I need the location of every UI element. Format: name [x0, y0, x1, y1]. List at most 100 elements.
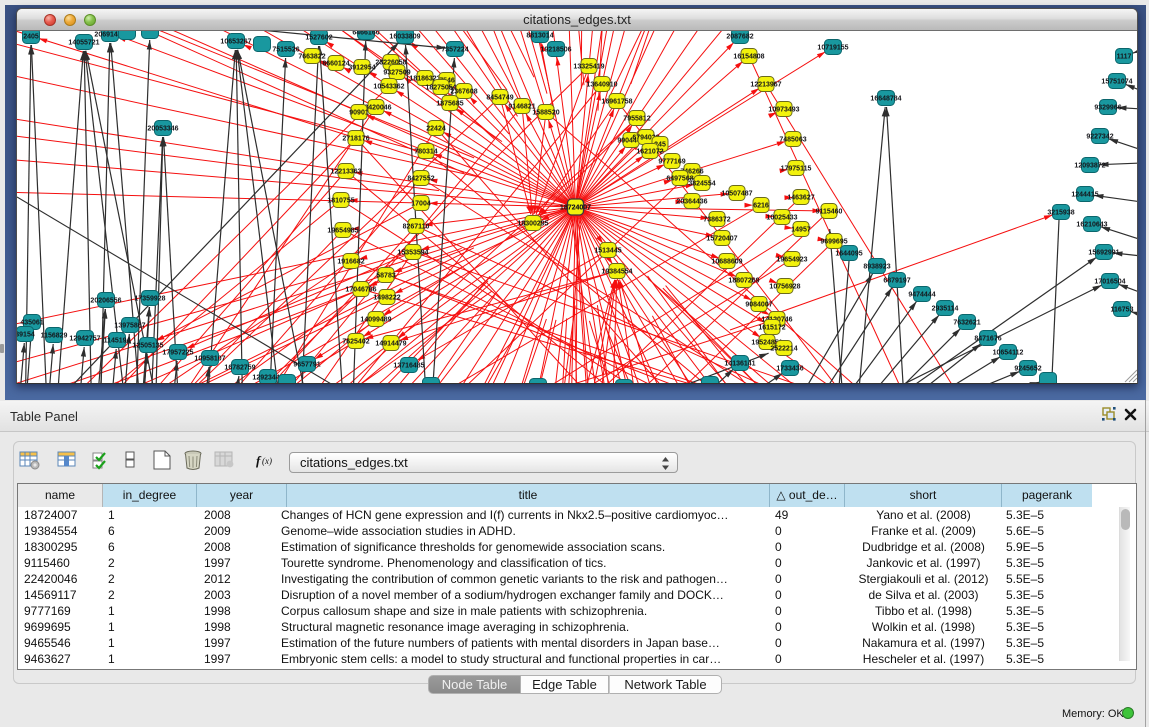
svg-text:20206556: 20206556	[90, 298, 121, 305]
svg-text:12942757: 12942757	[69, 336, 100, 343]
svg-text:2935114: 2935114	[932, 306, 959, 313]
svg-text:8427552: 8427552	[407, 176, 434, 183]
svg-text:1916682: 1916682	[337, 259, 364, 266]
svg-text:19654923: 19654923	[776, 257, 807, 264]
svg-text:16033809: 16033809	[389, 34, 420, 41]
svg-text:435061: 435061	[20, 320, 43, 327]
svg-text:10654112: 10654112	[993, 350, 1024, 357]
svg-text:6466160: 6466160	[352, 31, 379, 37]
svg-text:8813014: 8813014	[526, 33, 553, 40]
svg-text:9329966: 9329966	[1094, 105, 1121, 112]
svg-text:1588520: 1588520	[532, 110, 559, 117]
svg-text:10688609: 10688609	[711, 259, 742, 266]
svg-text:1875685: 1875685	[436, 101, 463, 108]
svg-text:1463627: 1463627	[787, 195, 814, 202]
svg-text:7485063: 7485063	[779, 137, 806, 144]
svg-text:9084007: 9084007	[745, 302, 772, 309]
svg-text:16648784: 16648784	[870, 96, 901, 103]
svg-text:18300295: 18300295	[517, 221, 548, 228]
svg-text:1513445: 1513445	[594, 248, 621, 255]
svg-text:16961758: 16961758	[601, 99, 632, 106]
svg-text:7357224: 7357224	[441, 47, 468, 54]
svg-text:8938923: 8938923	[863, 264, 890, 271]
svg-text:6879197: 6879197	[883, 278, 910, 285]
svg-text:39154: 39154	[17, 332, 35, 339]
svg-text:8660124: 8660124	[322, 61, 349, 68]
svg-text:10025433: 10025433	[766, 215, 797, 222]
svg-text:14099489: 14099489	[360, 317, 391, 324]
svg-text:17004: 17004	[411, 201, 431, 208]
svg-text:1621072: 1621072	[636, 149, 663, 156]
svg-text:10653267: 10653267	[220, 39, 251, 46]
svg-text:1733436: 1733436	[776, 366, 803, 373]
svg-text:13640910: 13640910	[586, 82, 617, 89]
svg-text:13325419: 13325419	[573, 64, 604, 71]
svg-text:1156829: 1156829	[41, 333, 68, 340]
svg-text:3215938: 3215938	[1047, 210, 1074, 217]
svg-text:10756928: 10756928	[769, 284, 800, 291]
svg-text:90901: 90901	[349, 110, 369, 117]
svg-text:15692991: 15692991	[1088, 250, 1119, 257]
svg-text:17046766: 17046766	[345, 287, 376, 294]
svg-text:1145194: 1145194	[104, 338, 131, 345]
svg-text:3912954: 3912954	[348, 65, 375, 72]
svg-text:8267110: 8267110	[403, 224, 430, 231]
svg-text:15751074: 15751074	[1101, 79, 1132, 86]
svg-text:1498222: 1498222	[373, 295, 400, 302]
svg-text:7386372: 7386372	[703, 217, 730, 224]
svg-text:7515526: 7515526	[272, 47, 299, 54]
svg-text:2522214: 2522214	[770, 346, 797, 353]
svg-text:19218506: 19218506	[540, 47, 571, 54]
svg-text:17359928: 17359928	[134, 296, 165, 303]
svg-text:20053346: 20053346	[147, 126, 178, 133]
svg-text:58783: 58783	[376, 273, 396, 280]
svg-text:17975115: 17975115	[781, 166, 812, 173]
svg-text:6216: 6216	[753, 203, 769, 210]
svg-text:9245652: 9245652	[1014, 366, 1041, 373]
svg-text:20364436: 20364436	[676, 199, 707, 206]
svg-text:9227342: 9227342	[1086, 134, 1113, 141]
svg-text:8454749: 8454749	[486, 95, 513, 102]
svg-text:2087682: 2087682	[726, 34, 753, 41]
svg-text:17016504: 17016504	[1094, 279, 1125, 286]
svg-text:3824554: 3824554	[688, 181, 715, 188]
svg-text:14914479: 14914479	[375, 341, 406, 348]
svg-text:8471676: 8471676	[974, 336, 1001, 343]
svg-text:1644095: 1644095	[835, 251, 862, 258]
svg-text:16210643: 16210643	[1076, 222, 1107, 229]
svg-text:7632621: 7632621	[953, 320, 980, 327]
svg-text:9657791: 9657791	[293, 362, 320, 369]
svg-text:1527602: 1527602	[305, 35, 332, 42]
svg-text:9115460: 9115460	[816, 209, 843, 216]
svg-text:14957: 14957	[791, 227, 811, 234]
svg-text:1810755: 1810755	[327, 198, 354, 205]
svg-text:12505135: 12505135	[132, 343, 163, 350]
svg-text:9327509: 9327509	[383, 70, 410, 77]
svg-text:7625402: 7625402	[342, 339, 369, 346]
svg-text:9474444: 9474444	[908, 292, 935, 299]
svg-text:15720407: 15720407	[706, 236, 737, 243]
svg-text:16782759: 16782759	[224, 365, 255, 372]
svg-text:13716485: 13716485	[393, 363, 424, 370]
svg-text:1615172: 1615172	[758, 325, 785, 332]
svg-text:7663822: 7663822	[298, 54, 325, 61]
svg-text:10507487: 10507487	[721, 191, 752, 198]
svg-text:19654985: 19654985	[327, 228, 358, 235]
svg-text:10973493: 10973493	[768, 107, 799, 114]
svg-text:15353594: 15353594	[397, 250, 428, 257]
svg-text:780314: 780314	[414, 149, 437, 156]
svg-text:7955812: 7955812	[623, 116, 650, 123]
svg-text:(x): (x)	[262, 456, 272, 466]
svg-text:9699695: 9699695	[820, 239, 847, 246]
svg-text:12213363: 12213363	[330, 169, 361, 176]
svg-text:16154808: 16154808	[733, 54, 764, 61]
svg-text:2405: 2405	[23, 34, 39, 41]
svg-text:14136141: 14136141	[724, 361, 755, 368]
svg-text:17957225: 17957225	[162, 350, 193, 357]
svg-text:12213967: 12213967	[750, 82, 781, 89]
svg-text:116753: 116753	[1111, 307, 1134, 314]
svg-text:2367608: 2367608	[450, 89, 477, 96]
svg-text:1244415: 1244415	[1071, 192, 1098, 199]
svg-text:19384554: 19384554	[601, 269, 632, 276]
svg-text:9777169: 9777169	[658, 159, 685, 166]
